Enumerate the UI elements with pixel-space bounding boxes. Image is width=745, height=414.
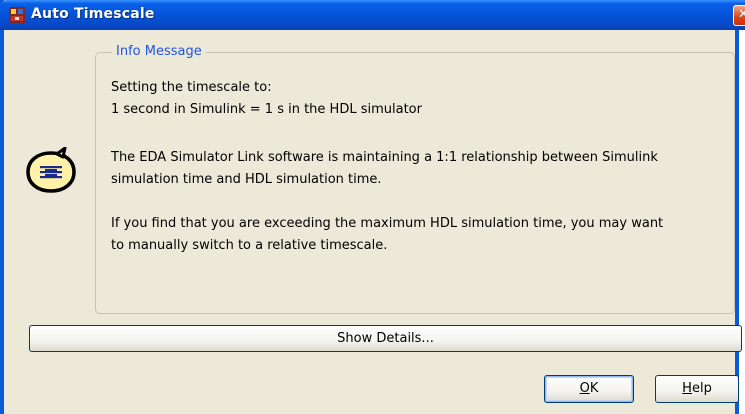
message-line-2: 1 second in Simulink = 1 s in the HDL si… bbox=[111, 102, 422, 117]
close-button[interactable]: ✕ bbox=[733, 5, 745, 26]
show-details-button[interactable]: Show Details... bbox=[29, 325, 742, 352]
ok-mnemonic: O bbox=[579, 381, 590, 396]
message-line-4: simulation time and HDL simulation time. bbox=[111, 172, 382, 187]
message-line-3: The EDA Simulator Link software is maint… bbox=[111, 150, 658, 165]
message-line-5: If you find that you are exceeding the m… bbox=[111, 216, 664, 231]
message-line-1: Setting the timescale to: bbox=[111, 80, 272, 95]
window-title: Auto Timescale bbox=[31, 6, 155, 22]
auto-timescale-dialog: Auto Timescale ✕ Info Message Setting th… bbox=[0, 0, 745, 414]
speech-bubble-info-icon bbox=[26, 147, 76, 193]
help-mnemonic: H bbox=[682, 381, 692, 396]
message-line-6: to manually switch to a relative timesca… bbox=[111, 238, 388, 253]
ok-button[interactable]: OK bbox=[544, 375, 634, 403]
simulink-app-icon bbox=[9, 7, 25, 23]
ok-label-rest: K bbox=[589, 381, 599, 396]
help-label-rest: elp bbox=[691, 381, 712, 396]
close-icon: ✕ bbox=[738, 7, 745, 22]
title-bar[interactable]: Auto Timescale ✕ bbox=[0, 0, 745, 30]
info-message-legend: Info Message bbox=[112, 44, 206, 59]
help-button[interactable]: Help bbox=[655, 375, 739, 403]
